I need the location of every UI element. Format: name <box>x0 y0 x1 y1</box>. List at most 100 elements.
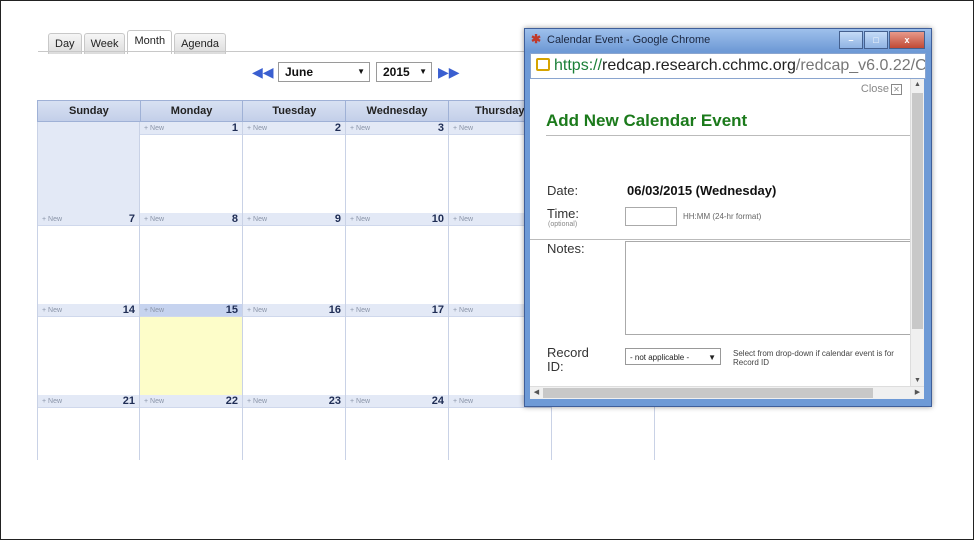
new-event-link[interactable]: + New <box>247 216 267 223</box>
new-event-link[interactable]: + New <box>42 216 62 223</box>
horizontal-scroll-thumb[interactable] <box>543 388 873 398</box>
day-cell-header: + New 8 <box>140 213 242 226</box>
day-number: 14 <box>122 304 135 316</box>
new-event-link[interactable]: + New <box>453 216 473 223</box>
time-optional-note: (optional) <box>548 221 578 228</box>
new-event-link[interactable]: + New <box>144 307 164 314</box>
day-cell-body <box>346 226 448 304</box>
calendar-day-cell[interactable]: + New 23 <box>243 395 346 460</box>
vertical-scroll-thumb[interactable] <box>912 93 923 329</box>
new-event-link[interactable]: + New <box>247 307 267 314</box>
url-host: redcap.research.cchmc.org <box>602 57 796 74</box>
calendar-day-cell[interactable]: + New 24 <box>346 395 449 460</box>
maximize-button[interactable]: □ <box>864 31 888 49</box>
record-id-label-line1: Record <box>547 345 589 360</box>
calendar-day-cell[interactable]: + New 10 <box>346 213 449 304</box>
day-cell-header: + New 17 <box>346 304 448 317</box>
time-label: Time: <box>547 206 580 221</box>
tabs-divider <box>38 51 528 52</box>
year-select[interactable]: 2015 ▼ <box>376 62 432 82</box>
day-number: 24 <box>431 395 444 407</box>
day-cell-header: + New 7 <box>38 213 139 226</box>
day-number: 3 <box>437 122 444 134</box>
time-format-hint: HH:MM (24-hr format) <box>683 212 762 221</box>
scroll-right-icon[interactable]: ▶ <box>911 387 924 399</box>
close-link[interactable]: Close ✕ <box>861 83 902 95</box>
new-event-link[interactable]: + New <box>453 125 473 132</box>
record-id-select[interactable]: - not applicable - ▼ <box>625 348 721 365</box>
day-number: 22 <box>225 395 238 407</box>
close-window-button[interactable]: x <box>889 31 925 49</box>
new-event-link[interactable]: + New <box>144 125 164 132</box>
calendar-day-cell[interactable]: + New 9 <box>243 213 346 304</box>
new-event-link[interactable]: + New <box>350 125 370 132</box>
month-select[interactable]: June ▼ <box>278 62 370 82</box>
day-cell-body <box>38 226 139 304</box>
new-event-link[interactable]: + New <box>453 307 473 314</box>
time-input[interactable] <box>625 207 677 226</box>
calendar-day-cell[interactable]: + New 8 <box>140 213 243 304</box>
next-month-icon[interactable]: ▶▶ <box>438 64 460 81</box>
new-event-link[interactable]: + New <box>453 398 473 405</box>
prev-month-icon[interactable]: ◀◀ <box>252 64 274 81</box>
day-cell-body <box>38 122 139 200</box>
chevron-down-icon: ▼ <box>357 67 365 76</box>
calendar-day-cell[interactable]: + New 2 <box>243 122 346 213</box>
new-event-link[interactable]: + New <box>350 216 370 223</box>
weekday-label: Wednesday <box>346 101 449 121</box>
calendar-day-cell[interactable]: + New 21 <box>37 395 140 460</box>
calendar-day-cell[interactable] <box>37 122 140 213</box>
day-cell-header: + New 16 <box>243 304 345 317</box>
calendar-day-cell[interactable]: + New 1 <box>140 122 243 213</box>
day-cell-header: + New 10 <box>346 213 448 226</box>
scroll-up-icon[interactable]: ▲ <box>911 79 924 91</box>
notes-textarea[interactable] <box>625 241 911 335</box>
vertical-scrollbar[interactable]: ▲ ▼ <box>910 79 924 387</box>
new-event-link[interactable]: + New <box>144 398 164 405</box>
new-event-link[interactable]: + New <box>247 125 267 132</box>
day-number: 21 <box>122 395 135 407</box>
day-number: 16 <box>328 304 341 316</box>
calendar-day-cell[interactable]: + New 3 <box>346 122 449 213</box>
day-cell-header: + New 1 <box>140 122 242 135</box>
record-id-select-value: - not applicable - <box>630 353 690 362</box>
calendar-day-cell[interactable]: + New 17 <box>346 304 449 395</box>
popup-window-title: Calendar Event - Google Chrome <box>547 34 711 46</box>
form-title: Add New Calendar Event <box>546 111 748 130</box>
url-scheme: https:// <box>554 57 603 74</box>
day-number: 9 <box>334 213 341 225</box>
calendar-day-cell[interactable]: + New 22 <box>140 395 243 460</box>
day-cell-body <box>38 317 139 395</box>
calendar-day-cell[interactable]: + New 7 <box>37 213 140 304</box>
close-link-label: Close <box>860 83 889 95</box>
horizontal-scrollbar[interactable]: ◀ ▶ <box>530 386 924 399</box>
calendar-day-cell[interactable]: + New 14 <box>37 304 140 395</box>
record-id-hint: Select from drop-down if calendar event … <box>733 349 894 367</box>
day-cell-body <box>38 408 139 461</box>
new-event-link[interactable]: + New <box>42 307 62 314</box>
calendar-day-cell[interactable]: + New 15 <box>140 304 243 395</box>
new-event-link[interactable]: + New <box>350 307 370 314</box>
title-divider <box>546 135 910 136</box>
new-event-link[interactable]: + New <box>144 216 164 223</box>
year-select-value: 2015 <box>383 65 410 79</box>
chevron-down-icon: ▼ <box>419 67 427 76</box>
month-select-value: June <box>285 65 314 79</box>
day-number: 23 <box>328 395 341 407</box>
url-path: /redcap_v6.0.22/Calenda <box>795 57 926 74</box>
new-event-link[interactable]: + New <box>42 398 62 405</box>
calendar-day-cell[interactable]: + New 16 <box>243 304 346 395</box>
minimize-button[interactable]: – <box>839 31 863 49</box>
lock-icon <box>536 58 550 71</box>
popup-titlebar[interactable]: ✱ Calendar Event - Google Chrome – □ x <box>525 29 931 51</box>
day-cell-body <box>243 408 345 461</box>
day-number: 1 <box>231 122 238 134</box>
day-number: 2 <box>334 122 341 134</box>
day-cell-body <box>346 408 448 461</box>
day-number: 17 <box>431 304 444 316</box>
day-cell-body <box>346 135 448 213</box>
scroll-left-icon[interactable]: ◀ <box>530 387 543 399</box>
new-event-link[interactable]: + New <box>350 398 370 405</box>
new-event-link[interactable]: + New <box>247 398 267 405</box>
address-bar[interactable]: https://redcap.research.cchmc.org/redcap… <box>530 53 926 79</box>
